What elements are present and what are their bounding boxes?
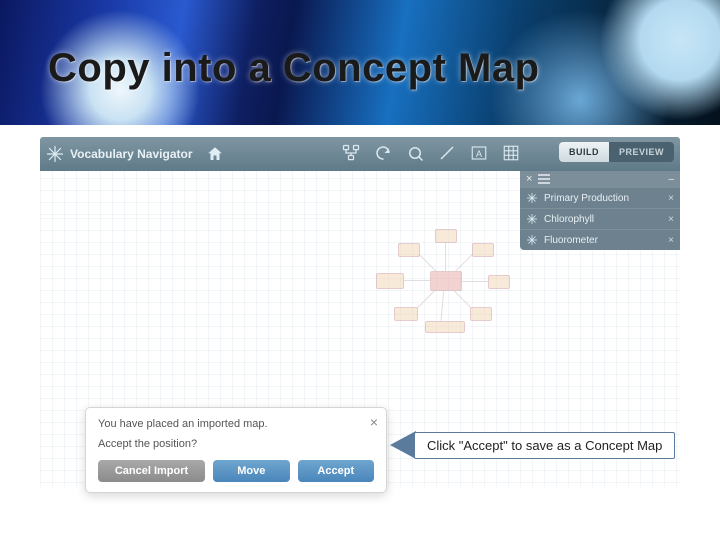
slide-title: Copy into a Concept Map bbox=[48, 46, 540, 91]
side-panel: × – Primary Production × Chlorophyll × bbox=[520, 171, 680, 250]
nodes-tool-icon[interactable] bbox=[340, 142, 362, 164]
panel-item-label: Chlorophyll bbox=[544, 214, 594, 225]
imported-map-ghost bbox=[370, 221, 520, 341]
panel-item-label: Fluorometer bbox=[544, 235, 598, 246]
menu-icon[interactable] bbox=[538, 174, 550, 184]
grid-tool-icon[interactable] bbox=[500, 142, 522, 164]
app-toolbar: Vocabulary Navigator A bbox=[40, 137, 680, 171]
svg-text:A: A bbox=[476, 149, 482, 159]
snowflake-icon bbox=[526, 192, 538, 204]
minimize-icon[interactable]: – bbox=[668, 174, 674, 185]
side-panel-header: × – bbox=[520, 171, 680, 187]
tool-cluster: A bbox=[340, 142, 522, 164]
canvas[interactable]: × – Primary Production × Chlorophyll × bbox=[40, 171, 680, 487]
instruction-callout: Click "Accept" to save as a Concept Map bbox=[390, 431, 675, 459]
dialog-message-2: Accept the position? bbox=[98, 438, 374, 450]
dialog-message-1: You have placed an imported map. bbox=[98, 418, 374, 430]
undo-icon[interactable] bbox=[372, 142, 394, 164]
remove-icon[interactable]: × bbox=[668, 193, 674, 204]
move-button[interactable]: Move bbox=[213, 460, 289, 482]
slide-hero: Copy into a Concept Map bbox=[0, 0, 720, 125]
snowflake-icon bbox=[526, 234, 538, 246]
snowflake-icon bbox=[526, 213, 538, 225]
panel-item[interactable]: Chlorophyll × bbox=[520, 208, 680, 229]
circle-tool-icon[interactable] bbox=[404, 142, 426, 164]
remove-icon[interactable]: × bbox=[668, 214, 674, 225]
accept-button[interactable]: Accept bbox=[298, 460, 374, 482]
brand-label: Vocabulary Navigator bbox=[70, 147, 192, 161]
close-icon[interactable]: × bbox=[526, 173, 532, 185]
mode-build[interactable]: BUILD bbox=[559, 142, 609, 162]
line-tool-icon[interactable] bbox=[436, 142, 458, 164]
text-tool-icon[interactable]: A bbox=[468, 142, 490, 164]
home-button[interactable] bbox=[206, 145, 224, 163]
mode-preview[interactable]: PREVIEW bbox=[609, 142, 674, 162]
mode-toggle[interactable]: BUILD PREVIEW bbox=[559, 142, 674, 162]
panel-item[interactable]: Fluorometer × bbox=[520, 229, 680, 250]
arrow-left-icon bbox=[390, 431, 416, 459]
app-frame: Vocabulary Navigator A bbox=[40, 137, 680, 487]
remove-icon[interactable]: × bbox=[668, 235, 674, 246]
callout-text: Click "Accept" to save as a Concept Map bbox=[414, 432, 675, 459]
snowflake-icon bbox=[46, 145, 64, 163]
import-dialog: × You have placed an imported map. Accep… bbox=[85, 407, 387, 493]
close-icon[interactable]: × bbox=[370, 414, 378, 430]
panel-item[interactable]: Primary Production × bbox=[520, 187, 680, 208]
panel-item-label: Primary Production bbox=[544, 193, 629, 204]
cancel-import-button[interactable]: Cancel Import bbox=[98, 460, 205, 482]
